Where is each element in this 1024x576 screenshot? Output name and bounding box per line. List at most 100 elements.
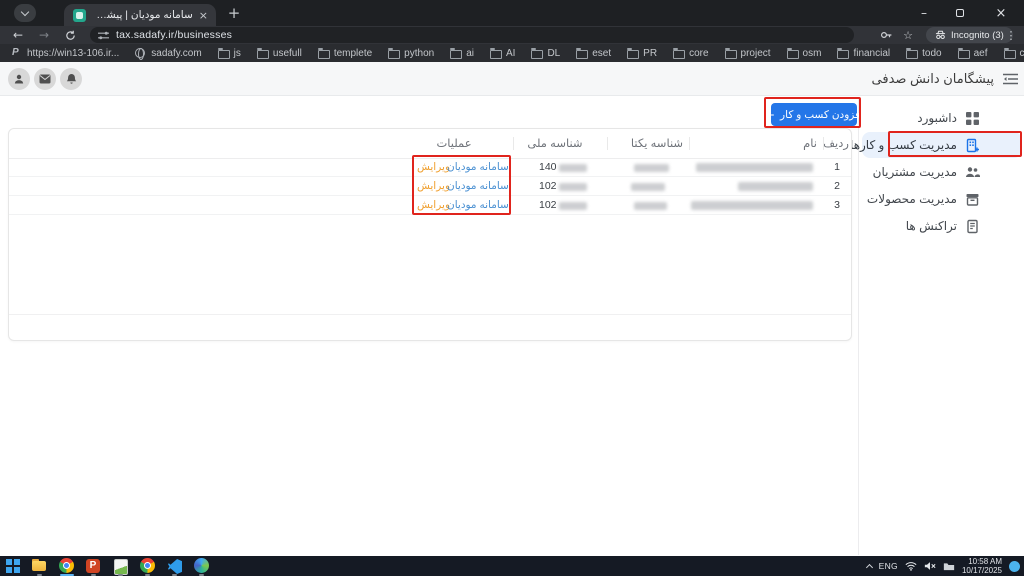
bookmark-item[interactable]: templete xyxy=(317,47,372,59)
bookmark-icon xyxy=(317,47,329,59)
tab-title: سامانه مودیان | پیشگامان دانش xyxy=(92,9,193,21)
window-close-button[interactable]: × xyxy=(978,0,1024,26)
redacted-name xyxy=(696,163,813,172)
bookmark-item[interactable]: c++ xyxy=(1003,47,1024,59)
bookmark-item[interactable]: osm xyxy=(786,47,822,59)
bookmark-item[interactable]: DL xyxy=(530,47,560,59)
reload-button[interactable] xyxy=(58,26,82,44)
taskbar-app-icon[interactable] xyxy=(166,557,184,575)
browser-tabstrip: سامانه مودیان | پیشگامان دانش × + – × xyxy=(0,0,1024,26)
bookmark-item[interactable]: financial xyxy=(836,47,890,59)
bookmark-label: DL xyxy=(547,48,560,59)
chevron-down-icon xyxy=(21,7,29,15)
edit-link[interactable]: ویرایش xyxy=(417,180,450,192)
national-id-value: 102 xyxy=(539,199,557,211)
taskbar-app-icon[interactable] xyxy=(4,557,22,575)
column-header-name: نام xyxy=(699,136,817,150)
bookmark-label: js xyxy=(234,48,241,59)
taskbar-app-icon[interactable] xyxy=(31,557,49,575)
bookmark-icon xyxy=(957,47,969,59)
bookmark-label: eset xyxy=(592,48,611,59)
bookmark-icon xyxy=(836,47,848,59)
sidebar-item-customers[interactable]: مدیریت مشتریان xyxy=(862,159,1022,185)
bookmark-item[interactable]: js xyxy=(217,47,241,59)
tray-time: 10:58 AM xyxy=(962,557,1002,566)
sidebar-item-label: مدیریت مشتریان xyxy=(873,165,957,179)
tray-overflow-icon[interactable] xyxy=(866,563,873,570)
add-business-button[interactable]: + افزودن کسب و کار xyxy=(771,103,857,126)
brand-title: پیشگامان دانش صدفی xyxy=(872,71,994,87)
password-manager-icon[interactable] xyxy=(876,26,896,44)
window-maximize-button[interactable] xyxy=(942,0,978,26)
sidebar-item-products[interactable]: مدیریت محصولات xyxy=(862,186,1022,212)
bookmark-item[interactable]: usefull xyxy=(256,47,302,59)
bookmark-item[interactable]: python xyxy=(387,47,434,59)
profile-button[interactable] xyxy=(8,68,30,90)
bookmark-item[interactable]: todo xyxy=(905,47,941,59)
forward-button[interactable]: → xyxy=(32,26,56,44)
sidebar-item-businesses[interactable]: مدیریت کسب و کارها xyxy=(862,132,1022,158)
bookmark-item[interactable]: project xyxy=(724,47,771,59)
bookmark-item[interactable]: eset xyxy=(575,47,611,59)
bookmark-icon xyxy=(786,47,798,59)
notifications-button[interactable] xyxy=(60,68,82,90)
bookmark-icon xyxy=(672,47,684,59)
browser-tab[interactable]: سامانه مودیان | پیشگامان دانش × xyxy=(64,4,216,26)
bookmark-label: AI xyxy=(506,48,515,59)
language-indicator[interactable]: ENG xyxy=(879,561,898,571)
bookmark-item[interactable]: ai xyxy=(449,47,474,59)
moadian-system-link[interactable]: سامانه مودیان xyxy=(447,180,509,192)
edit-link[interactable]: ویرایش xyxy=(417,199,450,211)
user-icon xyxy=(13,73,25,85)
bookmark-label: python xyxy=(404,48,434,59)
page-header: پیشگامان دانش صدفی xyxy=(0,62,1024,96)
sidebar-item-label: تراکنش ها xyxy=(906,219,957,233)
national-id-value: 102 xyxy=(539,180,557,192)
bookmarks-bar: https://win13-106.ir... sadafy.com js us… xyxy=(0,44,1024,62)
taskbar-app-icon[interactable] xyxy=(85,557,103,575)
taskbar-app-icon[interactable] xyxy=(193,557,211,575)
window-minimize-button[interactable]: – xyxy=(906,0,942,26)
bookmark-icon xyxy=(387,47,399,59)
edit-link[interactable]: ویرایش xyxy=(417,161,450,173)
bookmark-item[interactable]: core xyxy=(672,47,708,59)
bookmark-label: usefull xyxy=(273,48,302,59)
taskbar-app-icon[interactable] xyxy=(58,557,76,575)
incognito-badge[interactable]: Incognito (3) xyxy=(926,27,1013,43)
bookmark-item[interactable]: PR xyxy=(626,47,657,59)
bookmark-label: aef xyxy=(974,48,988,59)
bookmark-item[interactable]: AI xyxy=(489,47,515,59)
tab-close-icon[interactable]: × xyxy=(199,10,208,21)
row-index: 3 xyxy=(829,199,845,211)
taskbar-app-icon[interactable] xyxy=(139,557,157,575)
messages-button[interactable] xyxy=(34,68,56,90)
sidebar-item-dashboard[interactable]: داشبورد xyxy=(862,105,1022,131)
clock[interactable]: 10:58 AM 10/17/2025 xyxy=(962,557,1002,575)
sidebar-item-transactions[interactable]: تراکنش ها xyxy=(862,213,1022,239)
volume-muted-icon[interactable] xyxy=(924,561,936,571)
column-header-unique-id: شناسه یکتا xyxy=(619,136,695,150)
bookmark-item[interactable]: https://win13-106.ir... xyxy=(10,47,119,59)
bookmark-item[interactable]: aef xyxy=(957,47,988,59)
bookmark-label: financial xyxy=(853,48,890,59)
bookmark-item[interactable]: sadafy.com xyxy=(134,47,201,59)
back-button[interactable]: ← xyxy=(6,26,30,44)
wifi-icon[interactable] xyxy=(905,561,917,571)
businesses-table-card: عملیات شناسه ملی شناسه یکتا نام ردیف ویر… xyxy=(8,128,852,341)
taskbar-app-icon[interactable] xyxy=(112,557,130,575)
redacted-unique-id xyxy=(634,164,669,172)
column-header-national-id: شناسه ملی xyxy=(517,136,593,150)
column-header-row: ردیف xyxy=(821,136,851,150)
sidebar-collapse-icon[interactable] xyxy=(1003,73,1018,85)
moadian-system-link[interactable]: سامانه مودیان xyxy=(447,199,509,211)
onedrive-folder-icon[interactable] xyxy=(943,561,955,571)
bookmark-star-icon[interactable]: ☆ xyxy=(898,26,918,44)
web-page: پیشگامان دانش صدفی داشبورد مدیریت کسب و … xyxy=(0,62,1024,556)
moadian-system-link[interactable]: سامانه مودیان xyxy=(447,161,509,173)
notification-badge[interactable] xyxy=(1009,561,1020,572)
tab-search-button[interactable] xyxy=(14,4,36,22)
new-tab-button[interactable]: + xyxy=(224,3,244,23)
url-bar[interactable]: tax.sadafy.ir/businesses xyxy=(90,27,854,43)
browser-menu-icon[interactable]: ⋮ xyxy=(1002,26,1020,44)
table-row: ویرایش سامانه مودیان 102 2 xyxy=(9,177,851,196)
